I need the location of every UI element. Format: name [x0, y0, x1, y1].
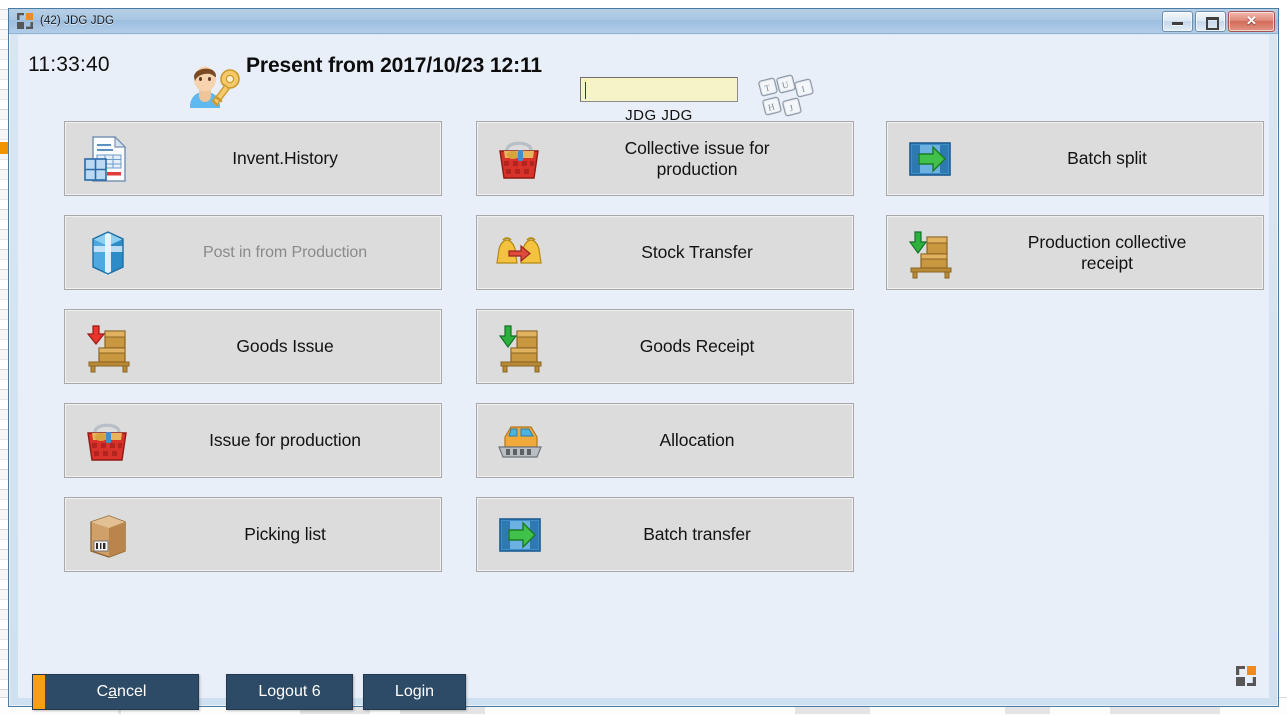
menu-button-label: Allocation — [659, 430, 735, 450]
document-inventory-icon — [79, 133, 137, 185]
two-bags-arrow-icon — [491, 227, 549, 279]
menu-button-post-in-from-production[interactable]: Post in from Production — [64, 215, 442, 290]
background-accent-marker — [0, 142, 8, 154]
menu-button-label: Stock Transfer — [641, 242, 753, 262]
app-logo-icon — [17, 13, 33, 29]
menu-button-label: Goods Issue — [236, 336, 334, 356]
dialog-client-area: 11:33:40 Present from 2017/10/23 12:11 J… — [18, 35, 1269, 710]
login-button-label: Login — [394, 683, 435, 700]
red-basket-icon — [491, 133, 549, 185]
cancel-button[interactable]: Cancel — [32, 674, 199, 710]
menu-button-batch-split[interactable]: Batch split — [886, 121, 1264, 196]
menu-button-label: Production collective receipt — [1027, 231, 1187, 273]
menu-button-label: Issue for production — [209, 430, 361, 450]
forklift-icon — [491, 415, 549, 467]
header-bar: 11:33:40 Present from 2017/10/23 12:11 J… — [18, 35, 1269, 124]
pallet-down-arrow-icon — [491, 321, 549, 373]
on-screen-keyboard-icon[interactable]: T U I H J — [756, 74, 814, 123]
cardboard-box-icon — [79, 509, 137, 561]
cancel-button-label: Cancel — [96, 683, 147, 700]
logout-button[interactable]: Logout 6 — [226, 674, 353, 710]
logout-button-label: Logout 6 — [258, 683, 321, 700]
cancel-accent-bar — [32, 674, 45, 710]
menu-button-allocation[interactable]: Allocation — [476, 403, 854, 478]
login-field-group: JDG JDG — [580, 77, 738, 124]
menu-button-label: Picking list — [244, 524, 326, 544]
red-basket-icon — [79, 415, 137, 467]
close-button[interactable]: ✕ — [1228, 11, 1275, 32]
clock-display: 11:33:40 — [28, 53, 110, 76]
maximize-button[interactable] — [1195, 11, 1226, 32]
menu-button-batch-transfer[interactable]: Batch transfer — [476, 497, 854, 572]
menu-column-3: Batch split Production collective receip… — [886, 121, 1264, 309]
minimize-icon — [1172, 22, 1183, 26]
window-title: (42) JDG JDG — [40, 15, 115, 27]
window-controls: ✕ — [1162, 11, 1275, 32]
minimize-button[interactable] — [1162, 11, 1193, 32]
menu-button-issue-for-production[interactable]: Issue for production — [64, 403, 442, 478]
pallet-up-arrow-icon — [79, 321, 137, 373]
menu-button-invent-history[interactable]: Invent.History — [64, 121, 442, 196]
menu-column-1: Invent.History Post in from Production G… — [64, 121, 442, 591]
menu-button-goods-issue[interactable]: Goods Issue — [64, 309, 442, 384]
action-bar: Cancel Logout 6 Login — [18, 631, 1269, 710]
batch-arrow-icon — [491, 509, 549, 561]
title-bar[interactable]: (42) JDG JDG ✕ — [9, 9, 1278, 34]
user-with-key-icon — [184, 63, 240, 109]
menu-button-label: Collective issue for production — [624, 137, 770, 179]
application-window: (42) JDG JDG ✕ 11:33:40 Present from 201… — [8, 8, 1279, 710]
menu-button-collective-issue-for-production[interactable]: Collective issue for production — [476, 121, 854, 196]
menu-button-label: Batch split — [1067, 148, 1147, 168]
menu-grid: Invent.History Post in from Production G… — [18, 121, 1269, 631]
menu-button-production-collective-receipt[interactable]: Production collective receipt — [886, 215, 1264, 290]
menu-button-label: Goods Receipt — [639, 336, 755, 356]
pallet-down-arrow-icon — [901, 227, 959, 279]
blue-box-icon — [79, 227, 137, 279]
batch-arrow-icon — [901, 133, 959, 185]
present-from-label: Present from 2017/10/23 12:11 — [246, 54, 542, 77]
menu-column-2: Collective issue for production Stock Tr… — [476, 121, 854, 591]
maximize-icon — [1206, 17, 1219, 30]
login-button[interactable]: Login — [363, 674, 466, 710]
text-caret — [585, 82, 586, 99]
menu-button-label: Batch transfer — [643, 524, 751, 544]
close-icon: ✕ — [1246, 13, 1257, 28]
login-input[interactable] — [580, 77, 738, 102]
menu-button-picking-list[interactable]: Picking list — [64, 497, 442, 572]
menu-button-stock-transfer[interactable]: Stock Transfer — [476, 215, 854, 290]
app-logo-icon — [1236, 666, 1256, 686]
menu-button-label: Invent.History — [232, 148, 338, 168]
menu-button-goods-receipt[interactable]: Goods Receipt — [476, 309, 854, 384]
menu-button-label: Post in from Production — [203, 244, 367, 261]
